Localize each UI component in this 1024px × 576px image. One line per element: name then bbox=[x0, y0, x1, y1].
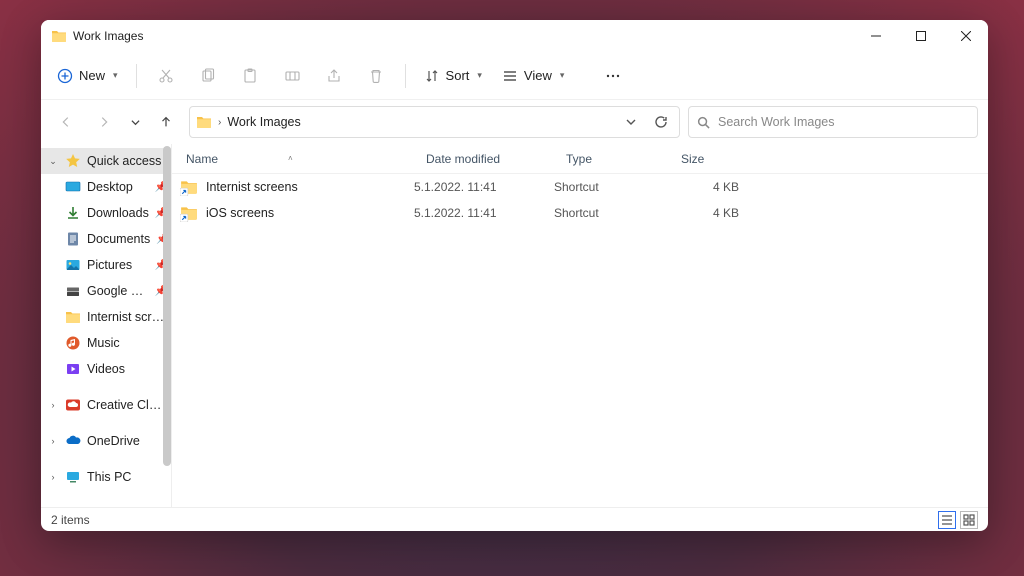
address-dropdown-button[interactable] bbox=[619, 110, 643, 134]
more-button[interactable] bbox=[594, 59, 632, 93]
view-thumbnails-button[interactable] bbox=[960, 511, 978, 529]
sidebar-onedrive[interactable]: › OneDrive bbox=[41, 428, 171, 454]
cut-button[interactable] bbox=[147, 59, 185, 93]
this-pc-icon bbox=[65, 469, 81, 485]
file-row[interactable]: Internist screens 5.1.2022. 11:41 Shortc… bbox=[172, 174, 988, 200]
desktop-icon bbox=[65, 179, 81, 195]
sidebar: ⌄ Quick access Desktop 📌 Downloads 📌 bbox=[41, 144, 171, 507]
delete-button[interactable] bbox=[357, 59, 395, 93]
sidebar-item-google-drive[interactable]: Google Drive 📌 bbox=[59, 278, 171, 304]
folder-shortcut-icon bbox=[180, 178, 198, 196]
column-header-name[interactable]: Name bbox=[186, 152, 218, 166]
file-row[interactable]: iOS screens 5.1.2022. 11:41 Shortcut 4 K… bbox=[172, 200, 988, 226]
maximize-button[interactable] bbox=[898, 20, 943, 52]
chevron-down-icon: ▾ bbox=[560, 70, 565, 81]
recent-locations-button[interactable] bbox=[127, 107, 143, 137]
search-icon bbox=[697, 116, 710, 129]
sidebar-item-downloads[interactable]: Downloads 📌 bbox=[59, 200, 171, 226]
file-explorer-window: Work Images New ▾ bbox=[41, 20, 988, 531]
pictures-icon bbox=[65, 257, 81, 273]
sort-indicator-icon: ˄ bbox=[288, 154, 293, 163]
videos-icon bbox=[65, 361, 81, 377]
star-icon bbox=[65, 153, 81, 169]
chevron-right-icon: › bbox=[47, 472, 59, 482]
chevron-right-icon: › bbox=[47, 436, 59, 446]
column-header-modified[interactable]: Date modified bbox=[426, 152, 566, 166]
creative-cloud-icon bbox=[65, 397, 81, 413]
forward-button[interactable] bbox=[89, 107, 119, 137]
scrollbar-thumb[interactable] bbox=[163, 146, 171, 466]
quick-access-children: Desktop 📌 Downloads 📌 Documents 📌 bbox=[41, 174, 171, 382]
refresh-button[interactable] bbox=[649, 110, 673, 134]
column-header-type[interactable]: Type bbox=[566, 152, 681, 166]
document-icon bbox=[65, 231, 81, 247]
search-input[interactable] bbox=[718, 115, 969, 129]
nav-row: › Work Images bbox=[41, 100, 988, 144]
minimize-button[interactable] bbox=[853, 20, 898, 52]
music-icon bbox=[65, 335, 81, 351]
search-box[interactable] bbox=[688, 106, 978, 138]
sidebar-item-music[interactable]: Music bbox=[59, 330, 171, 356]
sidebar-creative-cloud[interactable]: › Creative Cloud Fi bbox=[41, 392, 171, 418]
sidebar-this-pc[interactable]: › This PC bbox=[41, 464, 171, 490]
folder-icon bbox=[65, 309, 81, 325]
view-button[interactable]: View ▾ bbox=[494, 59, 572, 93]
window-folder-icon bbox=[51, 28, 67, 44]
breadcrumb-separator-icon: › bbox=[218, 117, 221, 128]
chevron-down-icon: ⌄ bbox=[47, 156, 59, 167]
status-bar: 2 items bbox=[41, 507, 988, 531]
breadcrumb-current[interactable]: Work Images bbox=[227, 115, 300, 129]
sidebar-scrollbar[interactable] bbox=[163, 144, 171, 507]
share-button[interactable] bbox=[315, 59, 353, 93]
sidebar-quick-access[interactable]: ⌄ Quick access bbox=[41, 148, 171, 174]
paste-button[interactable] bbox=[231, 59, 269, 93]
gdrive-icon bbox=[65, 283, 81, 299]
chevron-right-icon: › bbox=[47, 400, 59, 410]
status-item-count: 2 items bbox=[51, 513, 90, 527]
download-icon bbox=[65, 205, 81, 221]
copy-button[interactable] bbox=[189, 59, 227, 93]
toolbar: New ▾ Sort ▾ View ▾ bbox=[41, 52, 988, 100]
content-area: Name ˄ Date modified Type Size Internist… bbox=[171, 144, 988, 507]
chevron-down-icon: ▾ bbox=[477, 70, 482, 81]
close-button[interactable] bbox=[943, 20, 988, 52]
file-list: Internist screens 5.1.2022. 11:41 Shortc… bbox=[172, 174, 988, 507]
title-bar: Work Images bbox=[41, 20, 988, 52]
column-headers: Name ˄ Date modified Type Size bbox=[172, 144, 988, 174]
folder-shortcut-icon bbox=[180, 204, 198, 222]
sidebar-item-pictures[interactable]: Pictures 📌 bbox=[59, 252, 171, 278]
rename-button[interactable] bbox=[273, 59, 311, 93]
back-button[interactable] bbox=[51, 107, 81, 137]
sidebar-item-documents[interactable]: Documents 📌 bbox=[59, 226, 171, 252]
sidebar-item-videos[interactable]: Videos bbox=[59, 356, 171, 382]
onedrive-icon bbox=[65, 433, 81, 449]
sidebar-item-internist-screens[interactable]: Internist screens bbox=[59, 304, 171, 330]
chevron-down-icon: ▾ bbox=[113, 70, 118, 81]
address-folder-icon bbox=[196, 114, 212, 130]
sidebar-item-desktop[interactable]: Desktop 📌 bbox=[59, 174, 171, 200]
window-title: Work Images bbox=[73, 29, 143, 43]
view-details-button[interactable] bbox=[938, 511, 956, 529]
new-button[interactable]: New ▾ bbox=[49, 59, 126, 93]
column-header-size[interactable]: Size bbox=[681, 152, 751, 166]
sort-button[interactable]: Sort ▾ bbox=[416, 59, 490, 93]
address-bar[interactable]: › Work Images bbox=[189, 106, 680, 138]
up-button[interactable] bbox=[151, 107, 181, 137]
